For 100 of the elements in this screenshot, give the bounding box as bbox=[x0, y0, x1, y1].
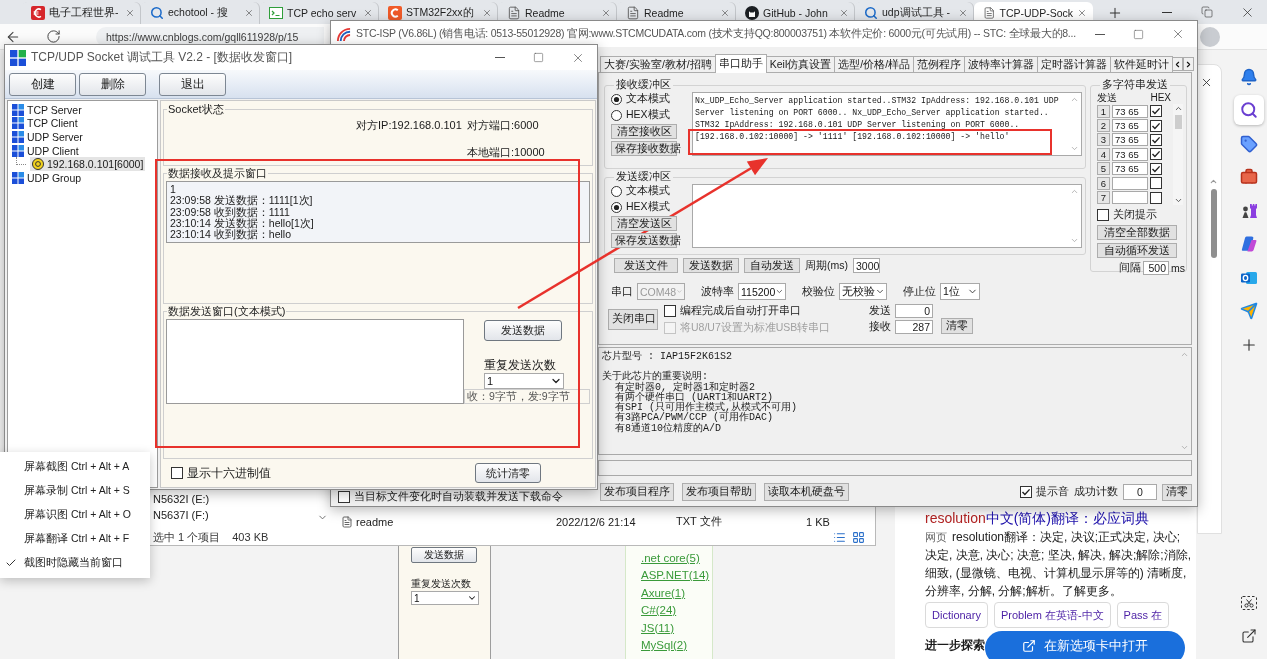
scrollbar-thumb[interactable] bbox=[1174, 115, 1182, 129]
footer-button[interactable]: 读取本机硬盘号 bbox=[764, 483, 849, 501]
string-field[interactable]: 73 65 bbox=[1112, 147, 1148, 161]
buffer-button[interactable]: 清空发送区 bbox=[611, 216, 677, 231]
checkbox[interactable] bbox=[1097, 208, 1109, 221]
action-button[interactable]: 发送文件 bbox=[614, 258, 678, 273]
sidebar-button[interactable] bbox=[1233, 95, 1264, 126]
suggestion-chip[interactable]: Pass 在 bbox=[1116, 602, 1170, 628]
scroll-up-icon[interactable] bbox=[1070, 95, 1079, 104]
string-field[interactable]: 73 65 bbox=[1112, 162, 1148, 176]
radio-button[interactable] bbox=[611, 93, 622, 105]
checkbox[interactable] bbox=[1020, 486, 1032, 498]
tree-item[interactable]: UDP Client bbox=[10, 143, 81, 158]
scroll-up-icon[interactable] bbox=[1173, 104, 1183, 113]
menu-item[interactable]: 屏幕翻译 Ctrl + Alt + F bbox=[0, 527, 150, 551]
multi-send-button[interactable]: 自动循环发送 bbox=[1097, 242, 1177, 258]
tab[interactable]: 范例程序 bbox=[913, 56, 966, 73]
close-port-button[interactable]: 关闭串口 bbox=[608, 308, 658, 330]
action-button[interactable]: 发送数据 bbox=[683, 258, 739, 273]
radio-button[interactable] bbox=[611, 109, 622, 121]
string-field[interactable] bbox=[1112, 191, 1148, 205]
checkbox[interactable] bbox=[1150, 105, 1162, 118]
category-link[interactable]: JS(11) bbox=[641, 619, 675, 638]
checkbox[interactable] bbox=[1150, 133, 1162, 146]
setting-dropdown[interactable]: 115200 bbox=[738, 283, 786, 300]
checkbox[interactable] bbox=[1150, 148, 1162, 161]
footer-button[interactable]: 发布项目帮助 bbox=[682, 483, 756, 501]
menu-item[interactable]: 屏幕识图 Ctrl + Alt + O bbox=[0, 503, 150, 527]
menu-item[interactable]: 屏幕截图 Ctrl + Alt + A bbox=[0, 455, 150, 479]
checkbox[interactable] bbox=[1150, 177, 1162, 190]
send-input-field[interactable] bbox=[166, 319, 464, 404]
browser-tab[interactable]: udp调试工具 - bbox=[855, 2, 974, 24]
checkbox[interactable] bbox=[1150, 191, 1162, 204]
drive-item[interactable]: N5632I (E:) bbox=[153, 491, 317, 507]
period-field[interactable]: 3000 bbox=[853, 258, 880, 273]
details-view-icon[interactable] bbox=[833, 530, 846, 544]
buffer-button[interactable]: 清空接收区 bbox=[611, 124, 677, 139]
clear-button[interactable]: 清零 bbox=[1162, 483, 1192, 501]
send-row-button[interactable]: 1 bbox=[1097, 104, 1110, 118]
category-link[interactable]: .net core(5) bbox=[641, 550, 700, 568]
checkbox[interactable] bbox=[1150, 119, 1162, 132]
close-icon[interactable] bbox=[1200, 76, 1213, 89]
interval-field[interactable]: 500 bbox=[1143, 260, 1169, 275]
repeat-dropdown[interactable]: 1 bbox=[411, 591, 479, 605]
avatar-icon[interactable] bbox=[1200, 26, 1220, 47]
radio-button[interactable] bbox=[611, 201, 622, 213]
toolbar-button[interactable]: 退出 bbox=[159, 73, 226, 96]
send-row-button[interactable]: 7 bbox=[1097, 191, 1110, 205]
tab[interactable]: 选型/价格/样品 bbox=[834, 56, 915, 73]
send-row-button[interactable]: 6 bbox=[1097, 176, 1110, 190]
multi-send-button[interactable]: 清空全部数据 bbox=[1097, 224, 1177, 240]
radio-button[interactable] bbox=[611, 185, 622, 197]
category-link[interactable]: ASP.NET(14) bbox=[641, 567, 710, 585]
tab[interactable]: 定时器计算器 bbox=[1037, 56, 1112, 73]
checkbox[interactable] bbox=[171, 467, 183, 479]
string-field[interactable] bbox=[1112, 176, 1148, 190]
result-heading[interactable]: resolution中文(简体)翻译：必应词典 bbox=[925, 510, 1150, 526]
scrollbar-thumb[interactable] bbox=[1211, 189, 1217, 258]
drive-item[interactable]: N5637I (F:) bbox=[153, 507, 317, 523]
clear-button[interactable]: 清零 bbox=[941, 318, 973, 334]
category-link[interactable]: MySql(2) bbox=[641, 637, 687, 655]
menu-item[interactable]: 截图时隐藏当前窗口 bbox=[0, 551, 150, 575]
scroll-left-button[interactable] bbox=[1172, 57, 1184, 71]
tab[interactable]: 波特率计算器 bbox=[964, 56, 1039, 73]
repeat-dropdown[interactable]: 1 bbox=[484, 373, 564, 389]
menu-item[interactable]: 屏幕录制 Ctrl + Alt + S bbox=[0, 479, 150, 503]
tab[interactable]: 软件延时计 bbox=[1110, 56, 1174, 73]
setting-dropdown[interactable]: 无校验 bbox=[839, 283, 887, 300]
tree-item[interactable]: TCP Client bbox=[10, 116, 80, 131]
setting-dropdown[interactable]: 1位 bbox=[940, 283, 980, 300]
tiles-view-icon[interactable] bbox=[852, 530, 865, 544]
action-button[interactable]: 自动发送 bbox=[744, 258, 800, 273]
browser-tab[interactable]: Readme bbox=[617, 2, 736, 24]
address-field[interactable]: https://www.cnblogs.com/gqll611928/p/15 bbox=[96, 26, 324, 47]
checkbox[interactable] bbox=[1150, 162, 1162, 175]
category-link[interactable]: C#(24) bbox=[641, 602, 677, 620]
browser-tab[interactable]: TCP echo serv bbox=[260, 2, 379, 24]
tree-item[interactable]: 192.168.0.101[6000] bbox=[30, 157, 146, 171]
send-button[interactable]: 发送数据 bbox=[411, 547, 477, 563]
checkbox[interactable] bbox=[664, 304, 676, 317]
browser-tab[interactable]: STM32F2xx的 bbox=[379, 2, 498, 24]
string-field[interactable]: 73 65 bbox=[1112, 104, 1148, 118]
suggestion-chip[interactable]: Problem 在英语-中文 bbox=[993, 602, 1111, 628]
tree-item[interactable]: TCP Server bbox=[10, 103, 84, 117]
scroll-down-icon[interactable] bbox=[1070, 236, 1079, 245]
tab[interactable]: 串口助手 bbox=[714, 54, 767, 73]
toolbar-button[interactable]: 删除 bbox=[79, 73, 146, 96]
scrollbar[interactable] bbox=[1173, 104, 1183, 205]
toolbar-button[interactable]: 创建 bbox=[9, 73, 76, 96]
string-field[interactable]: 73 65 bbox=[1112, 133, 1148, 147]
tab[interactable]: Keil仿真设置 bbox=[765, 56, 836, 73]
suggestion-chip[interactable]: Dictionary bbox=[925, 602, 988, 628]
scroll-up-icon[interactable] bbox=[1209, 177, 1218, 186]
browser-tab[interactable]: GitHub - John bbox=[736, 2, 855, 24]
scroll-right-button[interactable] bbox=[1183, 57, 1195, 71]
scroll-up-icon[interactable] bbox=[1070, 187, 1079, 196]
browser-tab[interactable]: echotool - 搜 bbox=[141, 2, 260, 24]
category-link[interactable]: Axure(1) bbox=[641, 584, 686, 603]
scroll-down-icon[interactable] bbox=[1070, 144, 1079, 153]
browser-tab[interactable]: 电子工程世界- bbox=[22, 2, 141, 24]
